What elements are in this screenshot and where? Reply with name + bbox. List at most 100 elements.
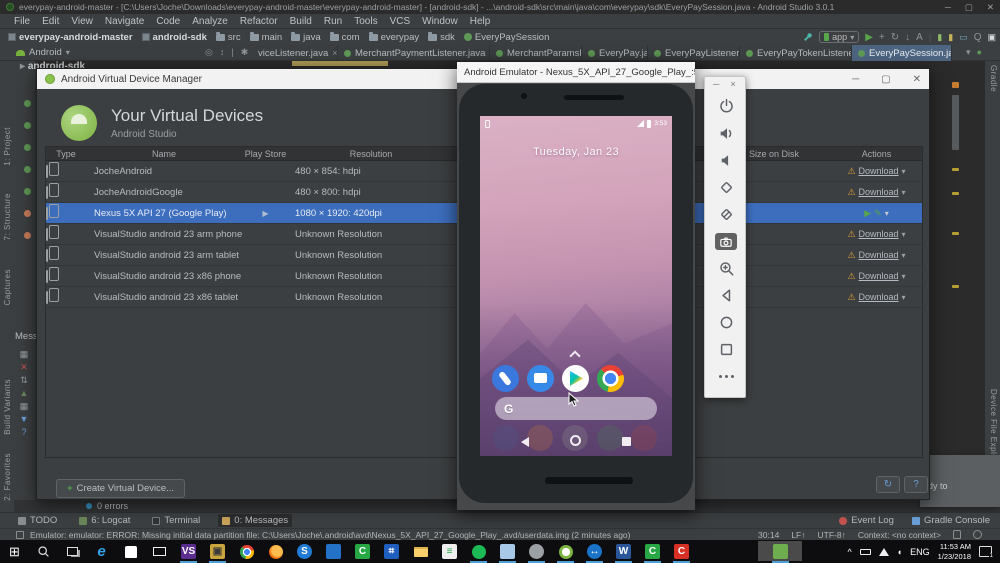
vs-code-icon[interactable]: [319, 540, 348, 563]
help-icon[interactable]: ?: [16, 426, 32, 439]
toolwindow-toggle-icon[interactable]: [16, 531, 24, 539]
word-icon[interactable]: W: [609, 540, 638, 563]
task-view-icon[interactable]: [58, 540, 87, 563]
tab-everypaytokenlistener[interactable]: EveryPayTokenListener.java×: [740, 45, 852, 61]
camtasia-icon[interactable]: C: [348, 540, 377, 563]
file-explorer-icon[interactable]: [406, 540, 435, 563]
dropdown-icon[interactable]: ▾: [902, 167, 906, 176]
rerun-icon[interactable]: ▦: [16, 348, 32, 361]
menu-tools[interactable]: Tools: [348, 16, 383, 27]
menu-view[interactable]: View: [65, 16, 99, 27]
gear-icon[interactable]: ✱: [241, 47, 249, 58]
running-emulator-icon[interactable]: [766, 540, 795, 563]
back-button[interactable]: [705, 282, 747, 309]
mail-icon[interactable]: [145, 540, 174, 563]
tab-todo[interactable]: TODO: [14, 514, 61, 527]
download-link[interactable]: Download: [859, 229, 899, 239]
camtasia-recorder-icon[interactable]: C: [667, 540, 696, 563]
project-structure-icon[interactable]: ▭: [959, 32, 968, 43]
nav-overview-icon[interactable]: [622, 437, 631, 446]
tab-everypaysession[interactable]: EveryPaySession.java×: [852, 45, 952, 61]
dropdown-icon[interactable]: ▾: [902, 293, 906, 302]
download-link[interactable]: Download: [859, 292, 899, 302]
tool-stripe-favorites[interactable]: 2: Favorites: [3, 453, 12, 501]
teamviewer-icon[interactable]: ↔: [580, 540, 609, 563]
tab-everypay[interactable]: EveryPay.java×: [582, 45, 648, 61]
dropdown-icon[interactable]: ▾: [902, 272, 906, 281]
dropdown-icon[interactable]: ▾: [902, 230, 906, 239]
home-button[interactable]: [705, 309, 747, 336]
avd-manager-icon[interactable]: ▮: [937, 32, 942, 43]
skype-icon[interactable]: S: [290, 540, 319, 563]
sync-icon[interactable]: ↻: [891, 32, 899, 43]
action-center-icon[interactable]: 1: [979, 546, 992, 557]
chrome-taskbar-icon[interactable]: [232, 540, 261, 563]
edit-icon[interactable]: ✎: [874, 208, 882, 219]
menu-analyze[interactable]: Analyze: [186, 16, 234, 27]
context-indicator[interactable]: Context: <no context>: [858, 530, 941, 540]
sdk-tool-icon[interactable]: ▣: [203, 540, 232, 563]
ide-minimize-button[interactable]: ─: [945, 2, 951, 13]
play-store-app-icon[interactable]: [562, 365, 589, 392]
firefox-icon[interactable]: [261, 540, 290, 563]
tool-stripe-gradle[interactable]: Gradle: [989, 65, 998, 92]
taskbar-clock[interactable]: 11:53 AM 1/23/2018: [938, 542, 971, 561]
edge-icon[interactable]: e: [87, 540, 116, 563]
avd-minimize-button[interactable]: ─: [852, 74, 859, 85]
camtasia-studio-icon[interactable]: C: [638, 540, 667, 563]
launch-icon[interactable]: ▶: [864, 208, 871, 219]
create-virtual-device-button[interactable]: +Create Virtual Device...: [56, 479, 185, 498]
apply-changes-icon[interactable]: +: [879, 32, 885, 43]
lock-icon[interactable]: [953, 530, 961, 539]
breadcrumb-java[interactable]: java: [291, 32, 320, 43]
phone-app-icon[interactable]: [492, 365, 519, 392]
breadcrumb-project[interactable]: everypay-android-master: [8, 32, 133, 43]
refresh-button[interactable]: ↻: [876, 476, 900, 493]
search-everywhere-icon[interactable]: Q: [974, 32, 982, 43]
tab-everypaylistener[interactable]: EveryPayListener.java×: [648, 45, 740, 61]
overview-button[interactable]: [705, 336, 747, 363]
remote-desktop-icon[interactable]: ⌗: [377, 540, 406, 563]
settings-icon[interactable]: ◎: [205, 47, 213, 58]
tabs-overflow-icon[interactable]: ▾: [966, 47, 971, 58]
volume-icon[interactable]: ◖: [897, 547, 902, 557]
expand-icon[interactable]: ▲: [16, 387, 32, 400]
more-options-button[interactable]: [705, 363, 747, 390]
filter-icon[interactable]: ▼: [16, 413, 32, 426]
chrome-app-icon[interactable]: [597, 365, 624, 392]
tab-merchantparamslistener[interactable]: MerchantParamsListener.java×: [490, 45, 582, 61]
menu-code[interactable]: Code: [150, 16, 186, 27]
chat-app-icon[interactable]: [522, 540, 551, 563]
debug-icon[interactable]: ↓: [905, 32, 910, 43]
breadcrumb-class[interactable]: EveryPaySession: [464, 32, 549, 43]
rotate-left-button[interactable]: [705, 174, 747, 201]
ide-close-button[interactable]: ✕: [987, 2, 994, 13]
encoding-indicator[interactable]: UTF-8↑: [817, 530, 845, 540]
tool-stripe-build-variants[interactable]: Build Variants: [3, 379, 12, 435]
collapse-icon[interactable]: ↕: [220, 47, 225, 58]
spotify-icon[interactable]: [464, 540, 493, 563]
phone-screen[interactable]: 3:53 Tuesday, Jan 23 G: [480, 116, 672, 456]
menu-window[interactable]: Window: [416, 16, 464, 27]
menu-vcs[interactable]: VCS: [384, 16, 417, 27]
breadcrumb-src[interactable]: src: [216, 32, 241, 43]
avd-close-button[interactable]: ✕: [913, 74, 921, 85]
menu-file[interactable]: File: [8, 16, 36, 27]
toolbar-close-button[interactable]: ×: [730, 79, 735, 93]
language-indicator[interactable]: ENG: [910, 547, 930, 557]
pause-icon[interactable]: ⇅: [16, 374, 32, 387]
breadcrumb-sdk[interactable]: sdk: [428, 32, 455, 43]
menu-navigate[interactable]: Navigate: [99, 16, 150, 27]
dropdown-icon[interactable]: ▾: [902, 188, 906, 197]
wrench-icon[interactable]: [802, 32, 813, 43]
battery-tray-icon[interactable]: [860, 549, 871, 555]
document-app-icon[interactable]: ≡: [435, 540, 464, 563]
power-button[interactable]: [705, 93, 747, 120]
start-button[interactable]: ⊞: [0, 540, 29, 563]
download-link[interactable]: Download: [859, 250, 899, 260]
menu-build[interactable]: Build: [284, 16, 318, 27]
android-app-icon[interactable]: [551, 540, 580, 563]
tool-stripe-structure[interactable]: 7: Structure: [3, 193, 12, 240]
highlighting-level-icon[interactable]: [973, 530, 982, 539]
breadcrumb-main[interactable]: main: [250, 32, 283, 43]
